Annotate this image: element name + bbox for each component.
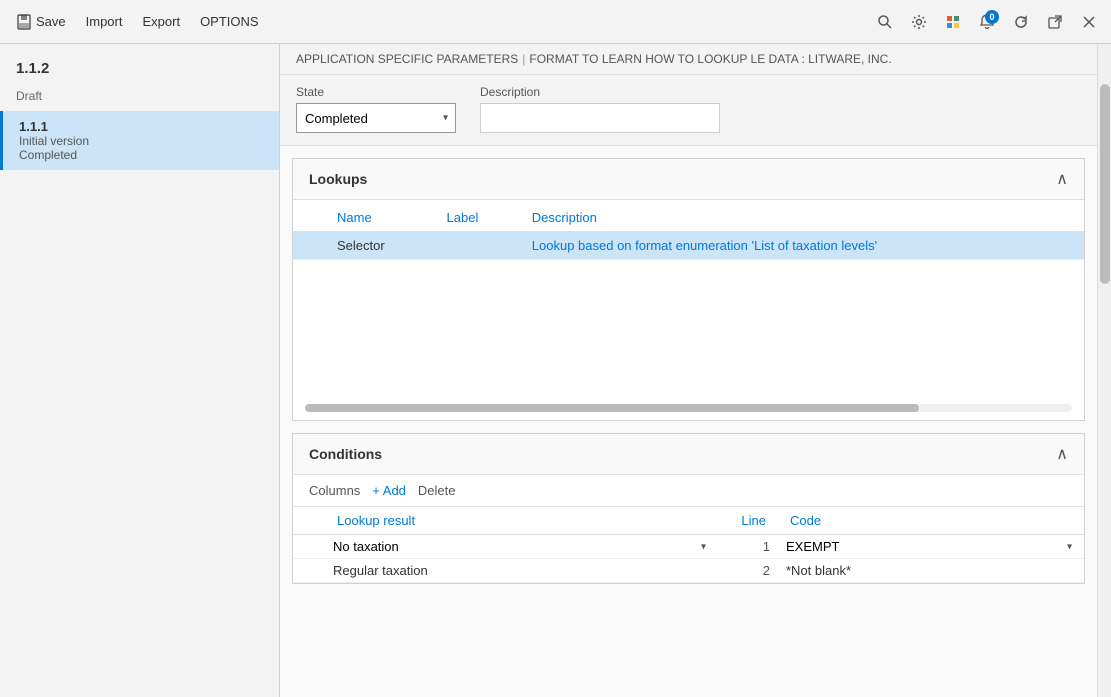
sidebar-item-status: Completed bbox=[19, 148, 263, 162]
cond-col-lookup: Lookup result bbox=[325, 507, 718, 535]
lookups-collapse-button[interactable]: ∧ bbox=[1056, 169, 1068, 189]
office-icon bbox=[944, 13, 962, 31]
content-scroll[interactable]: Lookups ∧ Name Label Description bbox=[280, 146, 1097, 697]
lookups-section: Lookups ∧ Name Label Description bbox=[292, 158, 1085, 421]
conditions-row-1[interactable]: No taxation Regular taxation ▾ 1 bbox=[293, 535, 1084, 559]
sidebar-item-title: 1.1.1 bbox=[19, 119, 263, 134]
state-field: State Completed Draft ▾ bbox=[296, 85, 456, 133]
settings-icon-btn[interactable] bbox=[905, 8, 933, 36]
description-label: Description bbox=[480, 85, 720, 99]
search-icon-btn[interactable] bbox=[871, 8, 899, 36]
cond-row2-line: 2 bbox=[718, 559, 778, 583]
description-input[interactable] bbox=[480, 103, 720, 133]
columns-button[interactable]: Columns bbox=[309, 483, 360, 498]
popout-icon-btn[interactable] bbox=[1041, 8, 1069, 36]
sidebar-item-subtitle: Initial version bbox=[19, 134, 263, 148]
search-icon bbox=[877, 14, 893, 30]
main-layout: 1.1.2 Draft 1.1.1 Initial version Comple… bbox=[0, 44, 1111, 697]
lookups-table-container: Name Label Description Selector Lookup b… bbox=[293, 200, 1084, 420]
code-select-1[interactable]: EXEMPT *Not blank* bbox=[786, 539, 1076, 554]
save-icon bbox=[16, 14, 32, 30]
cond-col-line: Line bbox=[718, 507, 778, 535]
toolbar-right: 0 bbox=[871, 8, 1103, 36]
lookup-select-1[interactable]: No taxation Regular taxation bbox=[333, 539, 710, 554]
right-scrollbar[interactable] bbox=[1097, 44, 1111, 697]
form-header: State Completed Draft ▾ Description bbox=[280, 75, 1097, 146]
state-select[interactable]: Completed Draft bbox=[296, 103, 456, 133]
options-button[interactable]: OPTIONS bbox=[192, 10, 267, 33]
cond-row1-check bbox=[293, 535, 325, 559]
save-button[interactable]: Save bbox=[8, 10, 74, 34]
sidebar-item-111[interactable]: 1.1.1 Initial version Completed bbox=[0, 111, 279, 170]
office-icon-btn[interactable] bbox=[939, 8, 967, 36]
delete-label: Delete bbox=[418, 483, 456, 498]
row-label-cell bbox=[435, 232, 520, 260]
cond-row1-line: 1 bbox=[718, 535, 778, 559]
lookups-empty-space bbox=[293, 260, 1084, 400]
gear-icon bbox=[911, 14, 927, 30]
import-label: Import bbox=[86, 14, 123, 29]
refresh-icon bbox=[1013, 14, 1029, 30]
col-label: Label bbox=[435, 204, 520, 232]
export-button[interactable]: Export bbox=[134, 10, 188, 33]
lookups-section-header: Lookups ∧ bbox=[293, 159, 1084, 200]
conditions-title: Conditions bbox=[309, 446, 382, 462]
code-select-wrapper-1: EXEMPT *Not blank* ▾ bbox=[786, 539, 1076, 554]
cond-col-check bbox=[293, 507, 325, 535]
lookups-title: Lookups bbox=[309, 171, 367, 187]
delete-button[interactable]: Delete bbox=[418, 483, 456, 498]
options-label: OPTIONS bbox=[200, 14, 259, 29]
conditions-row-2[interactable]: Regular taxation 2 *Not blank* bbox=[293, 559, 1084, 583]
sidebar-draft-label: Draft bbox=[0, 85, 279, 111]
conditions-section-header: Conditions ∧ bbox=[293, 434, 1084, 475]
lookup-select-wrapper-1: No taxation Regular taxation ▾ bbox=[333, 539, 710, 554]
add-label: + Add bbox=[372, 483, 406, 498]
notification-badge[interactable]: 0 bbox=[973, 8, 1001, 36]
columns-label: Columns bbox=[309, 483, 360, 498]
cond-col-code: Code bbox=[778, 507, 1084, 535]
popout-icon bbox=[1047, 14, 1063, 30]
conditions-section: Conditions ∧ Columns + Add Delete bbox=[292, 433, 1085, 584]
lookups-hscrollbar-thumb bbox=[305, 404, 919, 412]
row-name-cell: Selector bbox=[325, 232, 435, 260]
description-field: Description bbox=[480, 85, 720, 133]
breadcrumb-part2: FORMAT TO LEARN HOW TO LOOKUP LE DATA : … bbox=[529, 52, 891, 66]
cond-row1-lookup: No taxation Regular taxation ▾ bbox=[325, 535, 718, 559]
add-button[interactable]: + Add bbox=[372, 483, 406, 498]
main-toolbar: Save Import Export OPTIONS bbox=[0, 0, 1111, 44]
conditions-collapse-button[interactable]: ∧ bbox=[1056, 444, 1068, 464]
row-description-cell: Lookup based on format enumeration 'List… bbox=[520, 232, 1084, 260]
notification-count: 0 bbox=[985, 10, 999, 24]
cond-row1-code: EXEMPT *Not blank* ▾ bbox=[778, 535, 1084, 559]
sidebar-version: 1.1.2 bbox=[0, 52, 279, 85]
conditions-table: Lookup result Line Code No taxation bbox=[293, 507, 1084, 583]
col-name: Name bbox=[325, 204, 435, 232]
col-description: Description bbox=[520, 204, 1084, 232]
bottom-spacer bbox=[280, 596, 1097, 616]
row-check-cell bbox=[293, 232, 325, 260]
breadcrumb-separator: | bbox=[522, 52, 525, 66]
lookups-table: Name Label Description Selector Lookup b… bbox=[293, 204, 1084, 260]
refresh-icon-btn[interactable] bbox=[1007, 8, 1035, 36]
cond-row2-lookup: Regular taxation bbox=[325, 559, 718, 583]
lookups-hscrollbar[interactable] bbox=[305, 404, 1072, 412]
state-label: State bbox=[296, 85, 456, 99]
breadcrumb: APPLICATION SPECIFIC PARAMETERS | FORMAT… bbox=[280, 44, 1097, 75]
col-check bbox=[293, 204, 325, 232]
state-select-wrapper: Completed Draft ▾ bbox=[296, 103, 456, 133]
breadcrumb-part1: APPLICATION SPECIFIC PARAMETERS bbox=[296, 52, 518, 66]
right-scrollbar-thumb bbox=[1100, 84, 1110, 284]
table-row[interactable]: Selector Lookup based on format enumerat… bbox=[293, 232, 1084, 260]
import-button[interactable]: Import bbox=[78, 10, 131, 33]
cond-row2-code: *Not blank* bbox=[778, 559, 1084, 583]
content-area: APPLICATION SPECIFIC PARAMETERS | FORMAT… bbox=[280, 44, 1097, 697]
conditions-toolbar: Columns + Add Delete bbox=[293, 475, 1084, 507]
close-icon-btn[interactable] bbox=[1075, 8, 1103, 36]
cond-row2-check bbox=[293, 559, 325, 583]
export-label: Export bbox=[142, 14, 180, 29]
save-label: Save bbox=[36, 14, 66, 29]
sidebar: 1.1.2 Draft 1.1.1 Initial version Comple… bbox=[0, 44, 280, 697]
close-icon bbox=[1082, 15, 1096, 29]
